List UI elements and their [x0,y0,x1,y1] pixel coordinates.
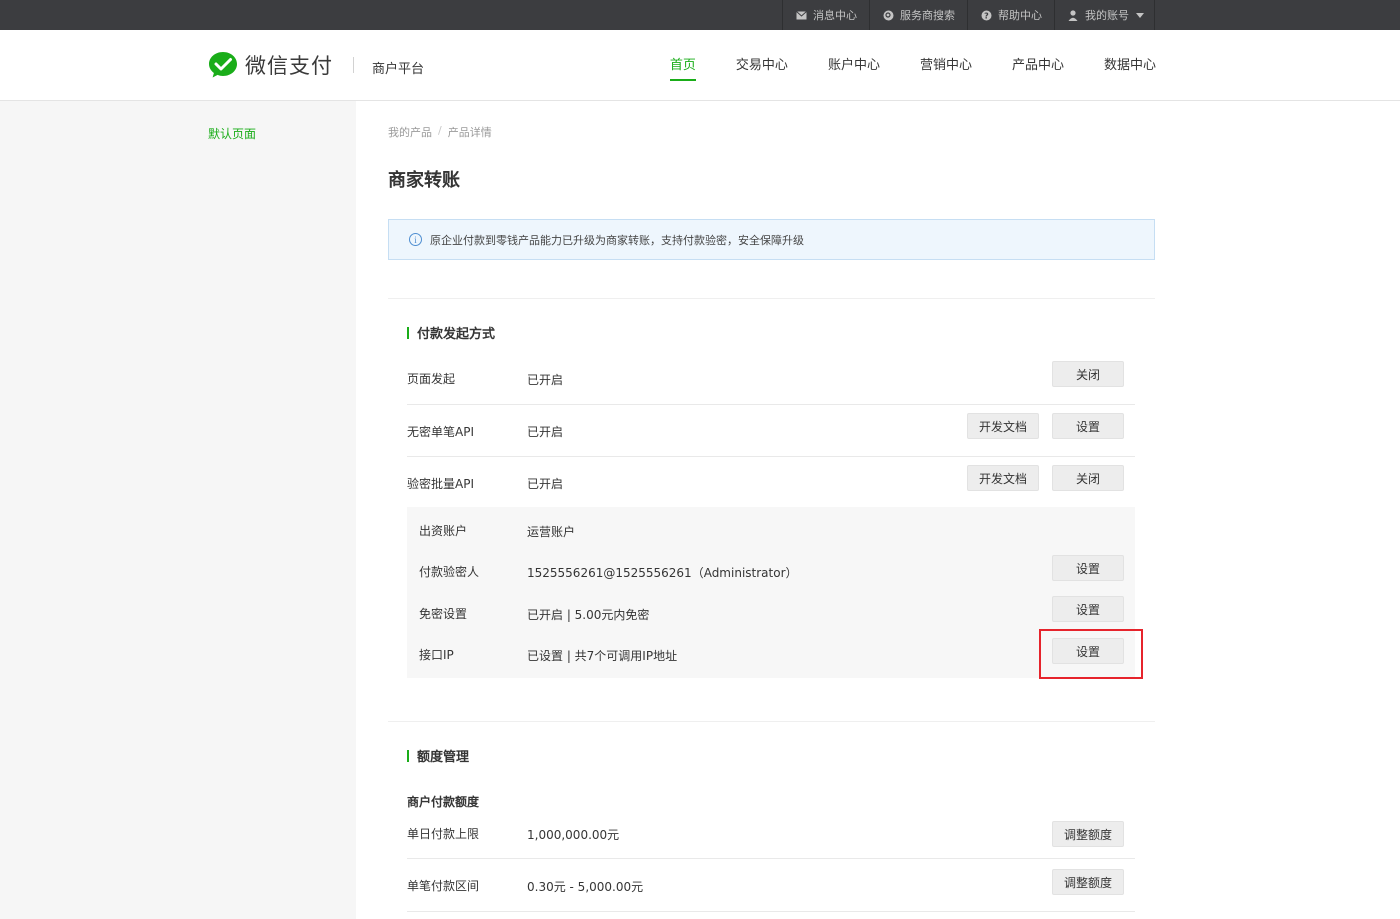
section-divider [388,298,1155,299]
section-marker [407,749,409,762]
help-center-link[interactable]: ? 帮助中心 [967,0,1054,30]
payment-section-title: 付款发起方式 [407,323,495,342]
main-nav: 首页 交易中心 账户中心 营销中心 产品中心 数据中心 [630,30,1156,100]
row-value: 已开启 [527,373,564,387]
detail-key: 出资账户 [419,524,468,538]
nav-data-center[interactable]: 数据中心 [1104,30,1156,100]
mail-icon [795,9,807,21]
quota-section-label: 额度管理 [417,750,470,765]
detail-key: 免密设置 [419,607,468,621]
logo-divider [353,57,354,73]
section-divider [388,721,1155,722]
detail-key: 付款验密人 [419,565,480,579]
notice-text: 原企业付款到零钱产品能力已升级为商家转账，支持付款验密，安全保障升级 [430,233,804,247]
payment-row-single-api: 无密单笔API 已开启 开发文档 设置 [407,405,1135,457]
payer-verifier-settings-button[interactable]: 设置 [1052,555,1124,581]
message-center-label: 消息中心 [813,9,857,22]
top-bar: 消息中心 服务商搜索 ? 帮助中心 我的账号 [0,0,1400,30]
platform-name: 商户平台 [372,61,425,77]
section-marker [407,326,409,339]
chevron-down-icon [1136,12,1144,18]
upgrade-notice: i 原企业付款到零钱产品能力已升级为商家转账，支持付款验密，安全保障升级 [388,219,1155,260]
nav-account-center[interactable]: 账户中心 [828,30,880,100]
dev-docs-button[interactable]: 开发文档 [967,413,1039,439]
brand-name: 微信支付 [245,54,333,78]
provider-search-link[interactable]: 服务商搜索 [869,0,967,30]
my-account-label: 我的账号 [1085,9,1129,22]
nav-marketing-center[interactable]: 营销中心 [920,30,972,100]
payment-row-batch-api: 验密批量API 已开启 开发文档 关闭 [407,457,1135,507]
logo[interactable]: 微信支付 商户平台 [207,49,424,81]
single-api-settings-button[interactable]: 设置 [1052,413,1124,439]
main-content: 我的产品 / 产品详情 商家转账 i 原企业付款到零钱产品能力已升级为商家转账，… [388,101,1155,919]
row-divider [407,911,1135,912]
quota-row-single: 单笔付款区间 0.30元 - 5,000.00元 调整额度 [407,859,1135,913]
close-page-button[interactable]: 关闭 [1052,361,1124,387]
search-circle-icon [882,9,894,21]
row-key: 单笔付款区间 [407,879,480,893]
row-key: 验密批量API [407,477,474,491]
row-value: 0.30元 - 5,000.00元 [527,880,644,894]
close-batch-api-button[interactable]: 关闭 [1052,465,1124,491]
detail-value: 1525556261@1525556261（Administrator） [527,566,798,580]
nav-trade-center[interactable]: 交易中心 [736,30,788,100]
user-icon [1067,9,1079,21]
info-icon: i [409,233,422,246]
wechat-pay-logo-icon [207,49,239,81]
detail-value: 运营账户 [527,525,576,539]
nav-product-center[interactable]: 产品中心 [1012,30,1064,100]
breadcrumb-product-detail: 产品详情 [447,126,492,139]
payment-section-label: 付款发起方式 [417,327,496,342]
svg-text:?: ? [984,11,989,20]
nav-home[interactable]: 首页 [669,30,696,100]
highlight-box [1039,629,1143,679]
quota-row-daily: 单日付款上限 1,000,000.00元 调整额度 [407,809,1135,859]
help-icon: ? [980,9,992,21]
detail-value: 已开启 | 5.00元内免密 [527,608,650,622]
detail-value: 已设置 | 共7个可调用IP地址 [527,649,678,663]
my-account-link[interactable]: 我的账号 [1054,0,1155,30]
row-value: 1,000,000.00元 [527,828,620,842]
breadcrumb-separator: / [438,124,442,137]
detail-key: 接口IP [419,648,454,662]
quota-section-title: 额度管理 [407,746,469,765]
row-key: 页面发起 [407,372,456,386]
sidebar: 默认页面 [0,101,356,919]
message-center-link[interactable]: 消息中心 [782,0,869,30]
help-center-label: 帮助中心 [998,9,1042,22]
sidebar-item-default-page[interactable]: 默认页面 [208,125,256,142]
header: 微信支付 商户平台 首页 交易中心 账户中心 营销中心 产品中心 数据中心 [0,30,1400,101]
batch-api-details: 出资账户 运营账户 付款验密人 1525556261@1525556261（Ad… [407,507,1135,678]
row-key: 无密单笔API [407,425,474,439]
top-links: 消息中心 服务商搜索 ? 帮助中心 我的账号 [782,0,1155,30]
breadcrumb-my-products[interactable]: 我的产品 [388,124,432,140]
row-value: 已开启 [527,425,564,439]
payment-row-page: 页面发起 已开启 关闭 [407,353,1135,405]
row-key: 单日付款上限 [407,827,480,841]
quota-subhead: 商户付款额度 [407,795,480,809]
dev-docs-button[interactable]: 开发文档 [967,465,1039,491]
page-title: 商家转账 [388,170,460,191]
password-free-settings-button[interactable]: 设置 [1052,596,1124,622]
adjust-daily-quota-button[interactable]: 调整额度 [1052,821,1124,847]
provider-search-label: 服务商搜索 [900,9,955,22]
breadcrumb: 我的产品 / 产品详情 [388,124,492,140]
adjust-single-quota-button[interactable]: 调整额度 [1052,869,1124,895]
row-value: 已开启 [527,477,564,491]
